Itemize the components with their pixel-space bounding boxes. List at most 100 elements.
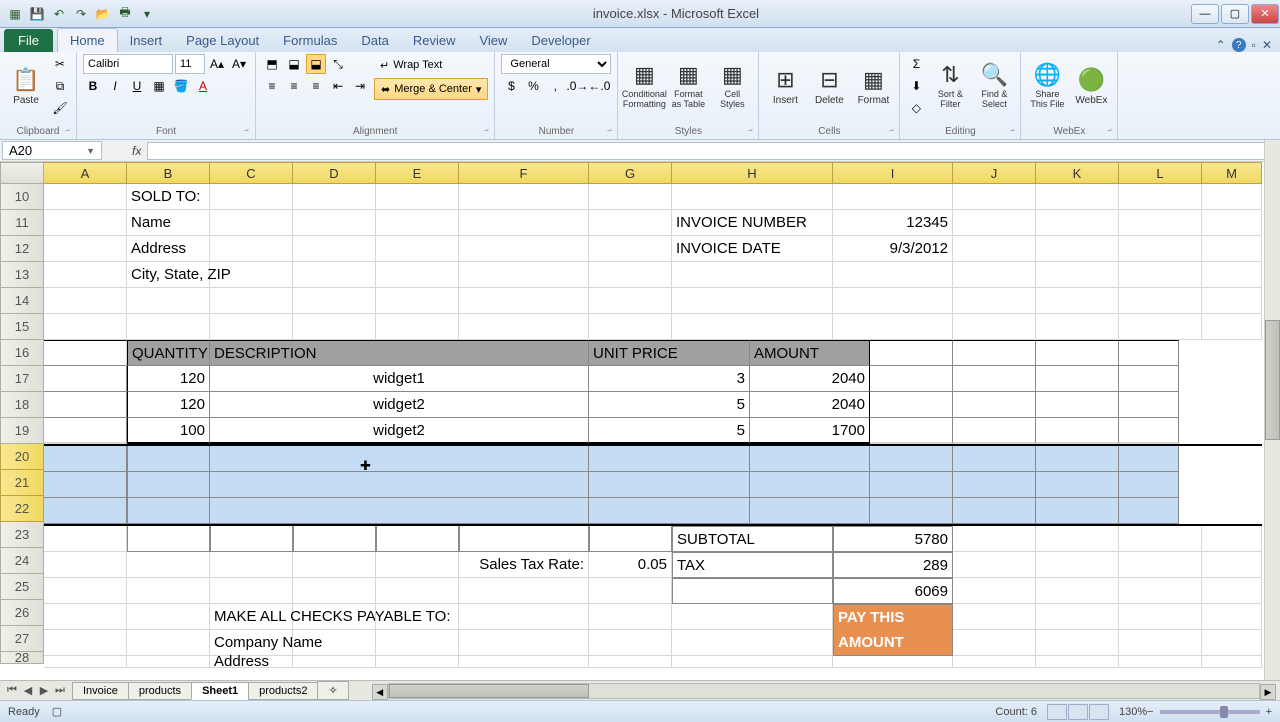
insert-cells-button[interactable]: ⊞Insert [765, 54, 805, 118]
zoom-thumb[interactable] [1220, 706, 1228, 718]
print-icon[interactable]: 🖶 [116, 5, 134, 23]
cell-H17[interactable]: 3 [589, 366, 750, 392]
col-header-H[interactable]: H [672, 162, 833, 184]
redo-icon[interactable]: ↷ [72, 5, 90, 23]
close-button[interactable]: ✕ [1251, 4, 1279, 24]
tab-pagelayout[interactable]: Page Layout [174, 29, 271, 52]
zoom-out-button[interactable]: − [1147, 706, 1153, 718]
minimize-button[interactable]: — [1191, 4, 1219, 24]
cell-F24[interactable]: Sales Tax Rate: [459, 552, 589, 578]
fx-icon[interactable]: fx [126, 144, 147, 158]
paste-button[interactable]: 📋Paste [6, 54, 46, 118]
workbook-close-icon[interactable]: ✕ [1262, 38, 1272, 52]
increase-decimal-button[interactable]: .0→ [567, 76, 587, 96]
scroll-right-button[interactable]: ▶ [1260, 684, 1276, 700]
autosum-button[interactable]: Σ [906, 54, 926, 74]
cell-B11[interactable]: Name [127, 210, 210, 236]
tab-home[interactable]: Home [57, 28, 118, 52]
pagelayout-view-button[interactable] [1068, 704, 1088, 720]
horizontal-scrollbar[interactable]: ◀ ▶ [388, 683, 1260, 699]
col-header-D[interactable]: D [293, 162, 376, 184]
sheet-tab-invoice[interactable]: Invoice [72, 682, 129, 700]
accounting-button[interactable]: $ [501, 76, 521, 96]
align-left-button[interactable]: ≡ [262, 76, 282, 96]
increase-indent-button[interactable]: ⇥ [350, 76, 370, 96]
cell-B12[interactable]: Address [127, 236, 210, 262]
cell-H24[interactable]: TAX [672, 552, 833, 578]
col-header-C[interactable]: C [210, 162, 293, 184]
normal-view-button[interactable] [1047, 704, 1067, 720]
save-icon[interactable]: 💾 [28, 5, 46, 23]
cell-B17[interactable]: 120 [127, 366, 210, 392]
decrease-indent-button[interactable]: ⇤ [328, 76, 348, 96]
row-header-10[interactable]: 10 [0, 184, 44, 210]
file-tab[interactable]: File [4, 29, 53, 52]
undo-icon[interactable]: ↶ [50, 5, 68, 23]
cell-H23[interactable]: SUBTOTAL [672, 526, 833, 552]
cell-I27[interactable]: AMOUNT [833, 630, 953, 656]
new-sheet-button[interactable]: ✧ [317, 681, 348, 700]
align-bottom-button[interactable]: ⬓ [306, 54, 326, 74]
cell-I24[interactable]: 289 [833, 552, 953, 578]
cell-I26[interactable]: PAY THIS [833, 604, 953, 630]
row-header-14[interactable]: 14 [0, 288, 44, 314]
select-all-corner[interactable] [0, 162, 44, 184]
font-name-input[interactable] [83, 54, 173, 74]
col-header-B[interactable]: B [127, 162, 210, 184]
tab-data[interactable]: Data [349, 29, 400, 52]
find-select-button[interactable]: 🔍Find & Select [974, 54, 1014, 118]
col-header-A[interactable]: A [44, 162, 127, 184]
tab-insert[interactable]: Insert [118, 29, 175, 52]
align-top-button[interactable]: ⬒ [262, 54, 282, 74]
shrink-font-button[interactable]: A▾ [229, 54, 249, 74]
italic-button[interactable]: I [105, 76, 125, 96]
align-right-button[interactable]: ≡ [306, 76, 326, 96]
cell-unit-header[interactable]: UNIT PRICE [589, 340, 750, 366]
comma-button[interactable]: , [545, 76, 565, 96]
macro-record-icon[interactable]: ▢ [52, 705, 62, 718]
format-painter-button[interactable]: 🖌 [50, 98, 70, 118]
cell-B19[interactable]: 100 [127, 418, 210, 444]
cell-desc-17[interactable]: widget1 [210, 366, 589, 392]
webex-button[interactable]: 🟢WebEx [1071, 54, 1111, 118]
tab-view[interactable]: View [467, 29, 519, 52]
first-sheet-button[interactable]: ⏮ [4, 684, 20, 697]
zoom-level[interactable]: 130% [1119, 706, 1147, 718]
conditional-formatting-button[interactable]: ▦Conditional Formatting [624, 54, 664, 118]
cell-I17[interactable]: 2040 [750, 366, 870, 392]
cell-I19[interactable]: 1700 [750, 418, 870, 444]
row-header-18[interactable]: 18 [0, 392, 44, 418]
row-header-28[interactable]: 28 [0, 652, 44, 664]
col-header-F[interactable]: F [459, 162, 589, 184]
name-box[interactable]: A20▼ [2, 141, 102, 160]
cell-I23[interactable]: 5780 [833, 526, 953, 552]
format-as-table-button[interactable]: ▦Format as Table [668, 54, 708, 118]
vertical-scrollbar[interactable] [1264, 140, 1280, 680]
cell-H11[interactable]: INVOICE NUMBER [672, 210, 833, 236]
col-header-G[interactable]: G [589, 162, 672, 184]
prev-sheet-button[interactable]: ◀ [20, 684, 36, 697]
tab-formulas[interactable]: Formulas [271, 29, 349, 52]
sort-filter-button[interactable]: ⇅Sort & Filter [930, 54, 970, 118]
cell-I18[interactable]: 2040 [750, 392, 870, 418]
col-header-L[interactable]: L [1119, 162, 1202, 184]
col-header-E[interactable]: E [376, 162, 459, 184]
share-file-button[interactable]: 🌐Share This File [1027, 54, 1067, 118]
col-header-J[interactable]: J [953, 162, 1036, 184]
row-header-26[interactable]: 26 [0, 600, 44, 626]
tab-developer[interactable]: Developer [519, 29, 602, 52]
bold-button[interactable]: B [83, 76, 103, 96]
col-header-K[interactable]: K [1036, 162, 1119, 184]
cell-qty-header[interactable]: QUANTITY [127, 340, 210, 366]
clear-button[interactable]: ◇ [906, 98, 926, 118]
qat-more-icon[interactable]: ▾ [138, 5, 156, 23]
align-middle-button[interactable]: ⬓ [284, 54, 304, 74]
row-header-25[interactable]: 25 [0, 574, 44, 600]
row-header-21[interactable]: 21 [0, 470, 44, 496]
row-header-23[interactable]: 23 [0, 522, 44, 548]
last-sheet-button[interactable]: ⏭ [52, 684, 68, 697]
fill-button[interactable]: ⬇ [906, 76, 926, 96]
cell-desc-header[interactable]: DESCRIPTION [210, 340, 589, 366]
zoom-slider[interactable] [1160, 710, 1260, 714]
borders-button[interactable]: ▦ [149, 76, 169, 96]
